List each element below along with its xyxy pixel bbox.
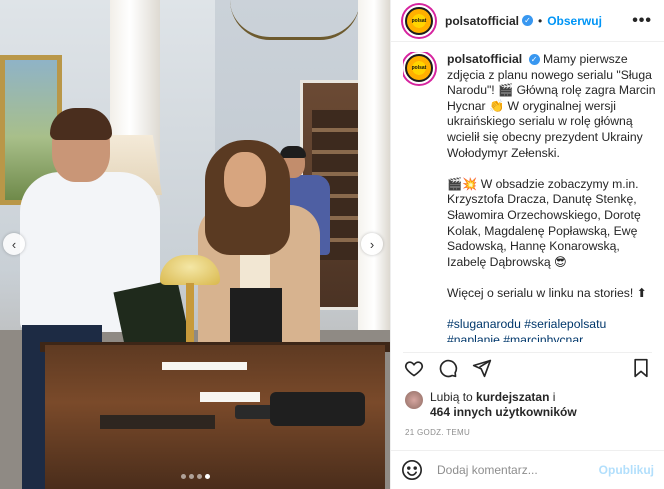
publish-button[interactable]: Opublikuj <box>599 463 654 477</box>
caption-avatar[interactable]: polsat <box>403 52 435 84</box>
chevron-right-icon[interactable]: › <box>361 233 383 255</box>
chandelier <box>230 0 360 40</box>
heart-icon[interactable] <box>403 357 425 379</box>
likes-summary: Lubią to kurdejszatan i 464 innych użytk… <box>405 390 652 420</box>
next-glyph: › <box>369 236 375 252</box>
caption-paragraph-2: 🎬💥 W obsadzie zobaczymy m.in. Krzysztofa… <box>447 176 641 269</box>
polsat-logo: polsat <box>407 8 431 33</box>
likes-prefix: Lubią to <box>430 390 477 404</box>
more-options-icon[interactable]: ••• <box>632 12 652 30</box>
likes-count[interactable]: 464 innych użytkowników <box>430 405 577 419</box>
bookmark-icon[interactable] <box>630 357 652 379</box>
caption-paragraph-3: Więcej o serialu w linku na stories! ⬆ <box>447 285 647 300</box>
caption-paragraph-1: Mamy pierwsze zdjęcia z planu nowego ser… <box>447 52 656 160</box>
liker-avatar[interactable] <box>405 391 423 409</box>
carousel-indicator <box>181 474 210 479</box>
book <box>100 415 215 429</box>
caption-username[interactable]: polsatofficial <box>447 52 522 66</box>
post-image[interactable]: ‹ › <box>0 0 390 489</box>
avatar[interactable]: polsat <box>403 4 435 37</box>
woman-face <box>224 152 266 207</box>
caption: polsat polsatofficial ✓ Mamy pierwsze zd… <box>403 52 658 342</box>
carousel-dot <box>189 474 194 479</box>
separator-dot: • <box>538 13 543 28</box>
liker-username[interactable]: kurdejszatan <box>476 390 549 404</box>
man-hair <box>50 108 112 140</box>
verified-icon: ✓ <box>528 54 540 66</box>
polsat-logo: polsat <box>407 56 431 80</box>
action-bar <box>403 352 652 378</box>
desk-phone <box>270 392 365 426</box>
post-timestamp[interactable]: 21 GODZ. TEMU <box>405 428 470 437</box>
woman-skirt <box>230 288 282 348</box>
carousel-dot <box>205 474 210 479</box>
caption-hashtags[interactable]: #sluganarodu #serialepolsatu #naplanie #… <box>447 317 658 342</box>
post-panel: polsat polsatofficial ✓ • Obserwuj ••• p… <box>390 0 664 489</box>
share-icon[interactable] <box>471 357 493 379</box>
caption-text: polsatofficial ✓ Mamy pierwsze zdjęcia z… <box>447 52 658 342</box>
paper-sheet <box>200 392 260 402</box>
prev-glyph: ‹ <box>11 236 17 252</box>
verified-icon: ✓ <box>522 15 534 26</box>
comment-icon[interactable] <box>437 357 459 379</box>
carousel-dot <box>197 474 202 479</box>
background-man-hair <box>280 146 306 158</box>
header-username[interactable]: polsatofficial <box>445 14 519 28</box>
likes-connector: i <box>549 390 556 404</box>
column-right <box>358 0 390 360</box>
follow-button[interactable]: Obserwuj <box>547 14 602 28</box>
post-header: polsat polsatofficial ✓ • Obserwuj ••• <box>391 0 664 42</box>
carousel-dot <box>181 474 186 479</box>
paper-sheet <box>162 362 247 370</box>
emoji-icon[interactable] <box>401 459 423 481</box>
chevron-left-icon[interactable]: ‹ <box>3 233 25 255</box>
comment-bar: Opublikuj <box>391 450 664 489</box>
comment-input[interactable] <box>437 463 599 477</box>
